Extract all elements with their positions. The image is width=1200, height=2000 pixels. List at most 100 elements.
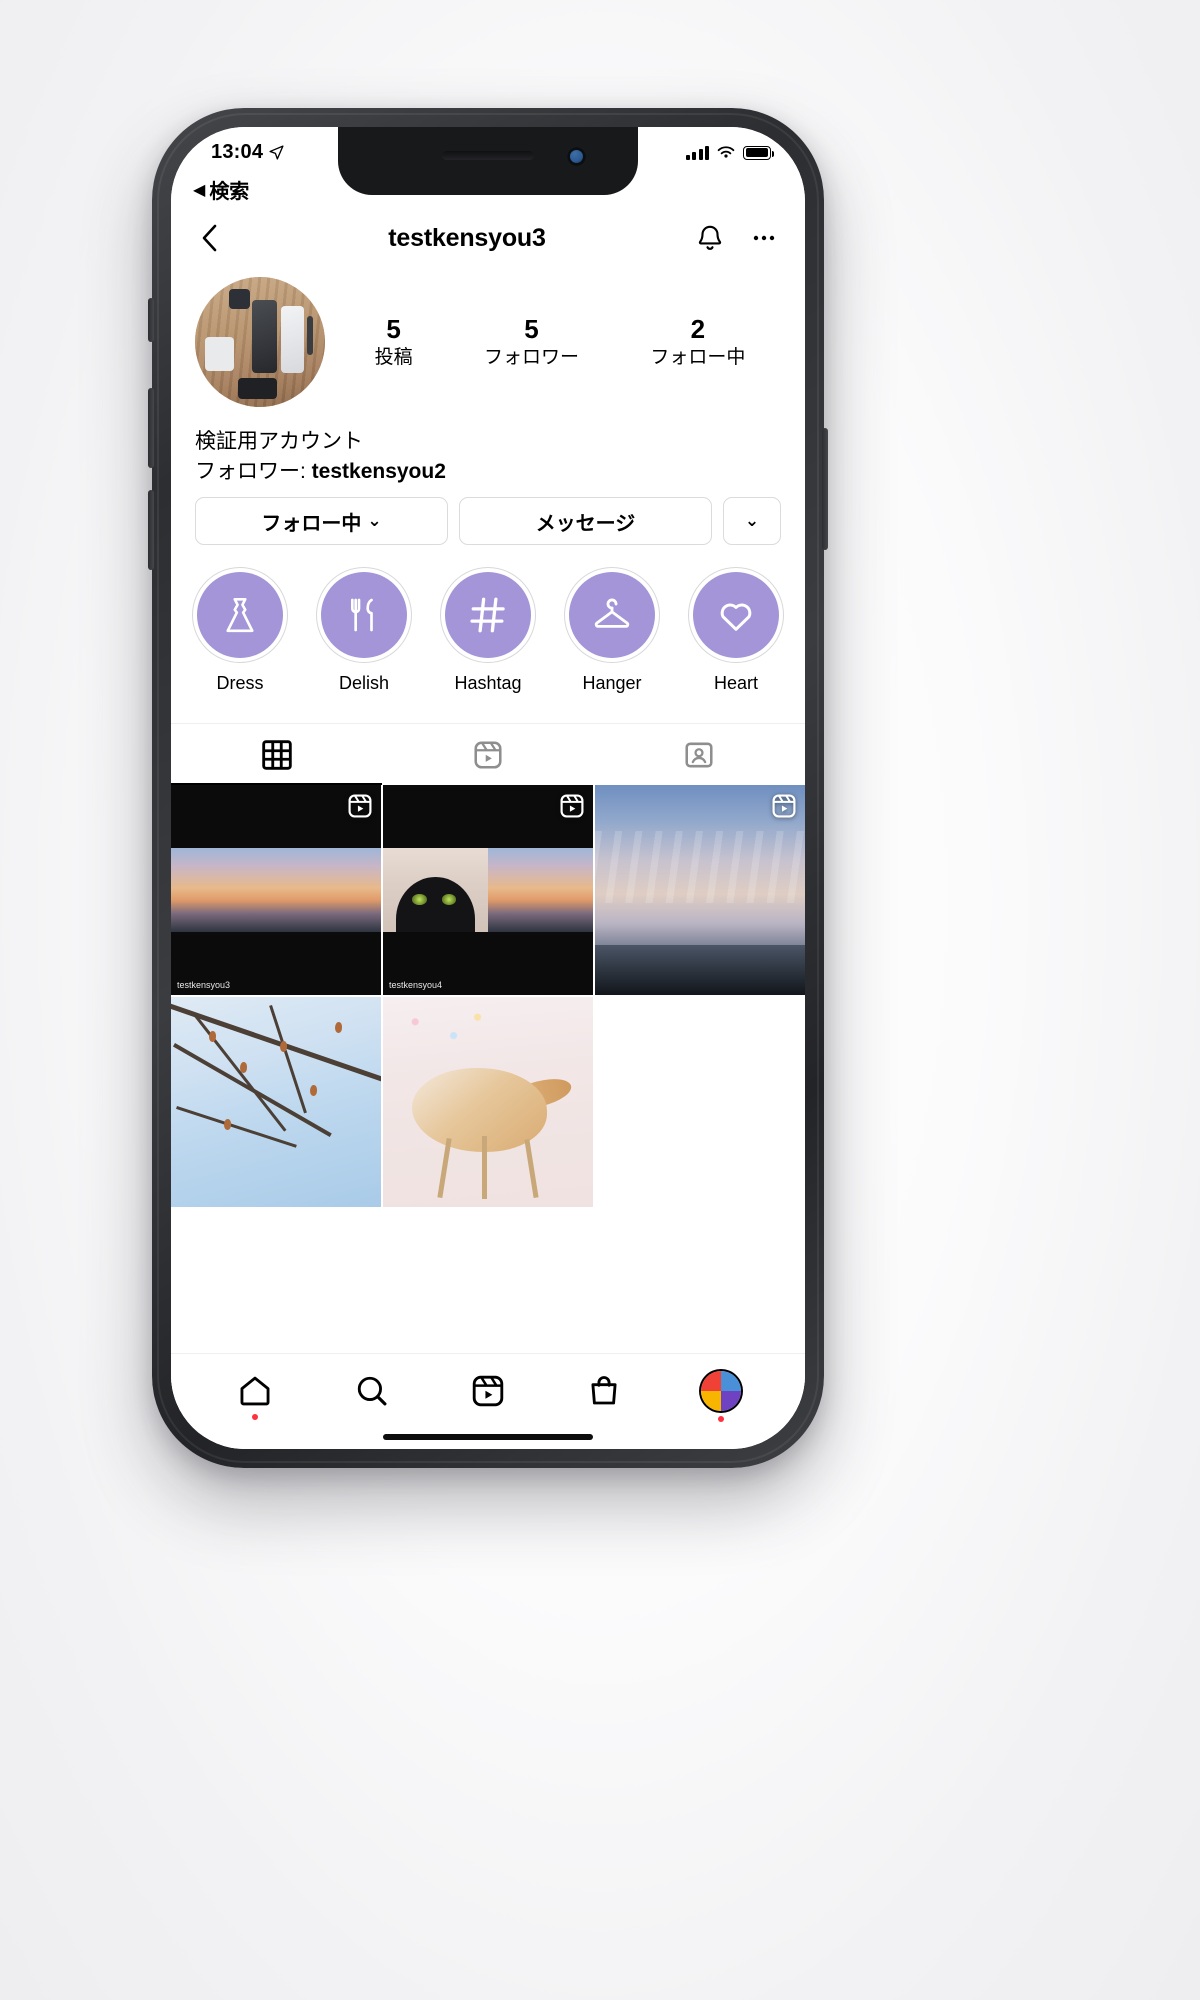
stat-following-count: 2 [690, 314, 706, 345]
home-icon [240, 1376, 270, 1405]
following-button[interactable]: フォロー中 ⌄ [195, 497, 448, 545]
post-artwork-sea [595, 944, 805, 995]
stat-posts-count: 5 [386, 314, 401, 345]
chevron-left-icon [202, 224, 217, 252]
highlight-delish[interactable]: Delish [309, 567, 419, 694]
avatar-detail [306, 316, 314, 355]
search-icon [357, 1376, 387, 1405]
chevron-down-icon: ⌄ [367, 511, 382, 530]
stat-followers[interactable]: 5 フォロワー [484, 313, 579, 370]
post-grid: testkensyou3 testkensyou4 [171, 785, 805, 1207]
power-button[interactable] [822, 428, 828, 550]
highlight-hanger[interactable]: Hanger [557, 567, 667, 694]
nav-search[interactable] [313, 1373, 429, 1409]
post-artwork-detail [488, 848, 593, 932]
status-bar-left: 13:04 [211, 141, 285, 164]
bio-display-name: 検証用アカウント [195, 430, 363, 453]
bio-followed-by-prefix: フォロワー: [195, 460, 312, 484]
heart-icon [720, 603, 752, 631]
highlight-label: Dress [216, 673, 264, 693]
back-arrow-glyph: ◀ [193, 181, 206, 199]
highlight-cover [569, 572, 655, 658]
nav-profile[interactable] [663, 1370, 779, 1422]
post-artwork-eye [412, 894, 428, 905]
reels-icon [348, 794, 372, 818]
story-highlights: Dress Delish Hashtag Hanger Heart [171, 567, 805, 694]
post-cell[interactable] [595, 785, 805, 995]
highlight-label: Hanger [582, 673, 642, 693]
stat-posts-label: 投稿 [374, 346, 413, 368]
hanger-icon [594, 598, 630, 628]
status-bar-time: 13:04 [211, 141, 264, 163]
instagram-app: testkensyou3 5 投稿 5 フォロワー 2 フォロー中 検証用アカウ… [171, 127, 805, 1449]
bell-button[interactable] [695, 223, 725, 253]
screenshot-canvas: 13:04 ◀ 検索 testkensyou3 5 投稿 5 フォロワー 2 フ… [0, 0, 1200, 2000]
post-thumbnail [171, 997, 381, 1207]
highlight-ring [440, 567, 536, 663]
profile-stats: 5 投稿 5 フォロワー 2 フォロー中 [325, 313, 781, 370]
avatar-detail [252, 300, 277, 374]
nav-actions [695, 223, 779, 253]
suggested-users-button[interactable]: ⌄ [723, 497, 781, 545]
hashtag-icon [470, 597, 505, 633]
nav-shop[interactable] [546, 1373, 662, 1409]
bio-followed-by-value: testkensyou2 [311, 460, 446, 484]
message-button-label: メッセージ [535, 512, 636, 535]
reels-icon [772, 794, 796, 818]
bio-followed-by: フォロワー: testkensyou2 [195, 457, 781, 487]
cellular-signal-icon [685, 145, 709, 160]
wifi-icon [717, 146, 735, 158]
tab-reels[interactable] [382, 724, 593, 785]
tab-grid[interactable] [171, 724, 383, 785]
tab-tagged[interactable] [594, 724, 805, 785]
shop-bag-icon [591, 1375, 617, 1404]
post-artwork-branch [171, 1001, 381, 1087]
post-cell[interactable]: testkensyou4 [383, 785, 593, 995]
post-cell[interactable] [171, 997, 381, 1207]
back-button[interactable] [197, 222, 239, 254]
post-cell[interactable]: testkensyou3 [171, 785, 381, 995]
message-button[interactable]: メッセージ [459, 497, 712, 545]
front-camera [567, 147, 586, 166]
post-artwork-branch [268, 1005, 307, 1115]
home-indicator[interactable] [383, 1434, 593, 1440]
post-artwork-leaf [309, 1085, 317, 1097]
dress-icon [226, 597, 254, 633]
highlight-cover [445, 572, 531, 658]
battery-full-icon [743, 145, 774, 160]
post-artwork-leaf [334, 1022, 342, 1034]
fork-knife-icon [351, 598, 373, 632]
profile-header: 5 投稿 5 フォロワー 2 フォロー中 [171, 277, 805, 407]
avatar-detail [280, 305, 305, 374]
stat-following[interactable]: 2 フォロー中 [650, 313, 745, 370]
highlight-heart[interactable]: Heart [681, 567, 791, 694]
nav-home[interactable] [197, 1373, 313, 1420]
mute-switch[interactable] [148, 298, 154, 342]
highlight-cover [693, 572, 779, 658]
stat-posts[interactable]: 5 投稿 [375, 313, 413, 370]
highlight-label: Hashtag [454, 673, 522, 693]
page-title: testkensyou3 [388, 223, 546, 252]
earpiece-speaker [442, 151, 534, 160]
volume-up-button[interactable] [148, 388, 154, 468]
bell-icon [698, 225, 722, 250]
stool-leg [436, 1138, 452, 1199]
highlight-hashtag[interactable]: Hashtag [433, 567, 543, 694]
phone-device-frame: 13:04 ◀ 検索 testkensyou3 5 投稿 5 フォロワー 2 フ… [148, 108, 828, 1468]
reels-icon [560, 794, 584, 818]
avatar[interactable] [195, 277, 325, 407]
reels-icon [474, 740, 502, 769]
avatar-detail [237, 378, 277, 400]
highlight-cover [197, 572, 283, 658]
avatar-detail [205, 336, 234, 371]
highlight-dress[interactable]: Dress [185, 567, 295, 694]
more-options-button[interactable] [749, 223, 779, 253]
nav-reels[interactable] [430, 1373, 546, 1409]
highlight-cover [321, 572, 407, 658]
post-artwork-leaf [240, 1062, 248, 1074]
volume-down-button[interactable] [148, 490, 154, 570]
notification-dot [717, 1415, 724, 1422]
highlight-ring [688, 567, 784, 663]
post-cell[interactable] [383, 997, 593, 1207]
phone-screen: 13:04 ◀ 検索 testkensyou3 5 投稿 5 フォロワー 2 フ… [171, 127, 805, 1449]
